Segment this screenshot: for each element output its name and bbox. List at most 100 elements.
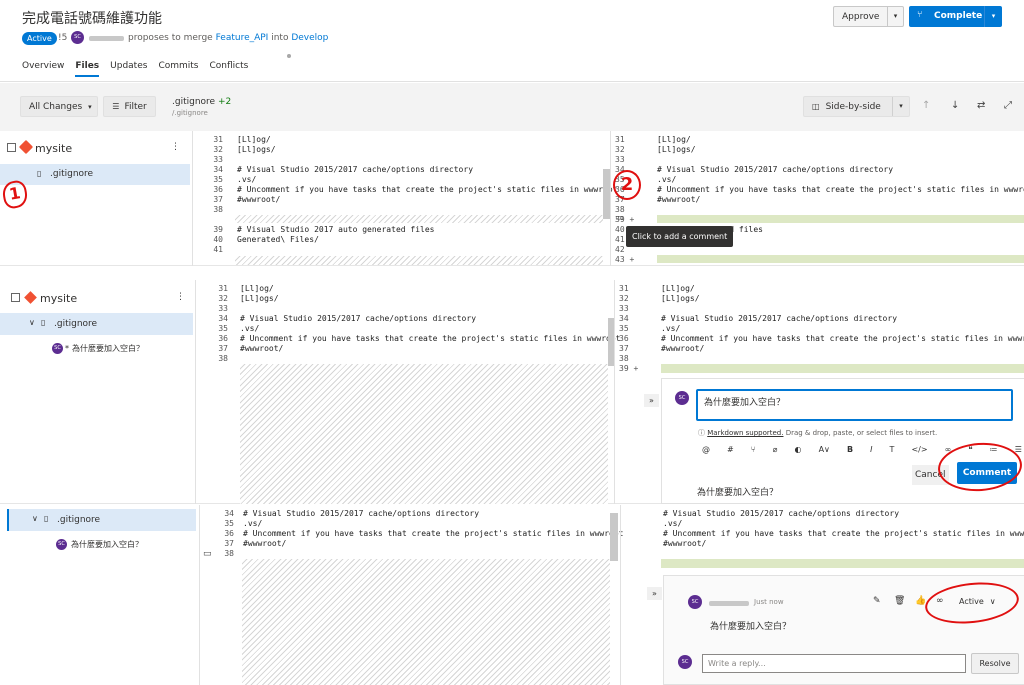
code-line: #wwwroot/ — [663, 539, 707, 548]
code-line: # Visual Studio 2015/2017 cache/options … — [661, 314, 898, 323]
line-number: 38 — [619, 354, 629, 363]
italic-icon[interactable]: I — [870, 445, 872, 454]
line-number: 43 + — [615, 255, 635, 264]
format-dropdown-icon[interactable]: A∨ — [819, 445, 830, 454]
thread-comment-text: 為什麼要加入空白？ — [710, 622, 792, 632]
tab-files[interactable]: Files — [75, 61, 100, 77]
collapse-icon[interactable]: » — [644, 394, 659, 407]
code-line: # Uncomment if you have tasks that creat… — [243, 529, 624, 538]
line-number: 36 — [224, 529, 234, 538]
more-icon[interactable]: ⋮ — [171, 142, 180, 152]
code-lines: # Visual Studio 2015/2017 cache/options … — [243, 509, 624, 559]
tab-updates[interactable]: Updates — [110, 61, 147, 77]
arrow-down-icon[interactable]: ↓ — [951, 100, 959, 111]
code-line: [Ll]og/ — [237, 135, 271, 144]
line-number: 41 — [213, 245, 223, 254]
more-icon[interactable]: ⋮ — [176, 292, 185, 302]
annotation-2-label: 2 — [620, 174, 634, 195]
line-number: 33 — [218, 304, 228, 313]
pr-title: 完成電話號碼維護功能 — [22, 11, 162, 27]
current-file-path: /.gitignore — [172, 109, 208, 117]
tab-overview[interactable]: Overview — [22, 61, 64, 77]
code-line: [Ll]ogs/ — [240, 294, 279, 303]
complete-button[interactable]: ⑂ Complete ▾ — [909, 6, 1002, 27]
reply-input[interactable]: Write a reply... — [702, 654, 966, 673]
section-3: ∨ ▯ .gitignore SC 為什麼要加入空白？ 34 35 36 37 38 #… — [0, 505, 1024, 685]
line-number: 34 — [218, 314, 228, 323]
code-line: # Uncomment if you have tasks that creat… — [237, 185, 618, 194]
pr-tabs: Overview Files Updates Commits Conflicts — [22, 61, 248, 77]
all-changes-dropdown[interactable]: All Changes ▾ — [20, 96, 98, 117]
expand-icon[interactable]: ⤢ — [1004, 100, 1012, 111]
filter-label: Filter — [124, 101, 147, 112]
line-number: 40 — [213, 235, 223, 244]
suggestion-icon[interactable]: ◐ — [795, 445, 802, 454]
diff-left-pane: 34 35 36 37 38 # Visual Studio 2015/2017 cac… — [200, 505, 624, 685]
code-lines: # Visual Studio 2015/2017 cache/options … — [663, 509, 1024, 559]
bold-icon[interactable]: B — [847, 445, 853, 454]
code-line: [Ll]og/ — [657, 135, 691, 144]
reply-avatar: SC — [678, 655, 692, 669]
file-icon: ▯ — [44, 514, 49, 523]
tree-item-gitignore[interactable]: ▯ .gitignore — [0, 164, 190, 185]
hatch-block — [242, 559, 610, 685]
approve-button[interactable]: Approve ▾ — [833, 6, 904, 27]
collapse-icon[interactable]: » — [647, 587, 662, 600]
edit-icon[interactable]: ✎ — [873, 596, 881, 606]
tree-item-gitignore[interactable]: ∨ ▯ .gitignore — [0, 313, 193, 335]
attach-icon[interactable]: ⌀ — [773, 445, 778, 454]
pr-header: 完成電話號碼維護功能 Active !5 SC proposes to merg… — [0, 0, 1024, 82]
comment-time: Just now — [754, 598, 784, 606]
tab-conflicts[interactable]: Conflicts — [210, 61, 249, 77]
tree-comment-item[interactable]: SC 為什麼要加入空白？ — [56, 539, 143, 550]
tree-comment-item[interactable]: SC * 為什麼要加入空白？ — [52, 343, 144, 354]
chevron-down-icon[interactable]: ∨ — [29, 318, 35, 327]
tab-commits[interactable]: Commits — [158, 61, 198, 77]
source-branch-link[interactable]: Feature_API — [216, 33, 269, 43]
scrollbar[interactable] — [610, 513, 618, 561]
resolve-button[interactable]: Resolve — [971, 653, 1019, 674]
pull-request-icon[interactable]: ⑂ — [751, 445, 756, 454]
repo-checkbox[interactable] — [11, 293, 20, 302]
arrow-up-icon[interactable]: ↑ — [922, 100, 930, 111]
markdown-link[interactable]: Markdown supported. — [707, 429, 783, 437]
swap-icon[interactable]: ⇄ — [977, 100, 985, 111]
mention-icon[interactable]: @ — [702, 445, 710, 454]
comment-marker-icon[interactable]: ▭ — [203, 549, 212, 559]
add-comment-icon[interactable]: ▭ — [615, 213, 624, 223]
chevron-down-icon[interactable]: ▾ — [887, 7, 903, 26]
line-number: 36 — [619, 334, 629, 343]
line-number: 36 — [213, 185, 223, 194]
delete-icon[interactable]: 🗑 — [894, 596, 905, 606]
filter-button[interactable]: ☰ Filter — [103, 96, 156, 117]
pr-id: !5 — [58, 33, 68, 43]
tree-file-label: .gitignore — [57, 515, 101, 525]
hashtag-icon[interactable]: # — [727, 445, 734, 454]
code-line: # Uncomment if you have tasks that creat… — [240, 334, 621, 343]
code-line: .vs/ — [237, 175, 257, 184]
all-changes-label: All Changes — [29, 101, 83, 112]
repo-checkbox[interactable] — [7, 143, 16, 152]
tree-item-gitignore[interactable]: ∨ ▯ .gitignore — [7, 509, 196, 531]
target-branch-link[interactable]: Develop — [291, 33, 328, 43]
code-icon[interactable]: </> — [911, 445, 927, 454]
comment-preview: 為什麼要加入空白？ — [71, 540, 143, 549]
comment-input[interactable]: 為什麼要加入空白？ — [696, 389, 1013, 421]
approve-label: Approve — [842, 12, 880, 22]
view-mode-dropdown[interactable]: ◫ Side-by-side ▾ — [803, 96, 910, 117]
scrollbar[interactable] — [603, 169, 610, 219]
code-line: .vs/ — [663, 519, 683, 528]
code-line: # Uncomment if you have tasks that creat… — [661, 334, 1024, 343]
heading-icon[interactable]: T — [890, 445, 895, 454]
commenter-name — [709, 601, 749, 606]
chevron-down-icon[interactable]: ▾ — [984, 6, 1002, 27]
author-avatar: SC — [71, 31, 84, 44]
chevron-down-icon[interactable]: ∨ — [32, 514, 38, 523]
